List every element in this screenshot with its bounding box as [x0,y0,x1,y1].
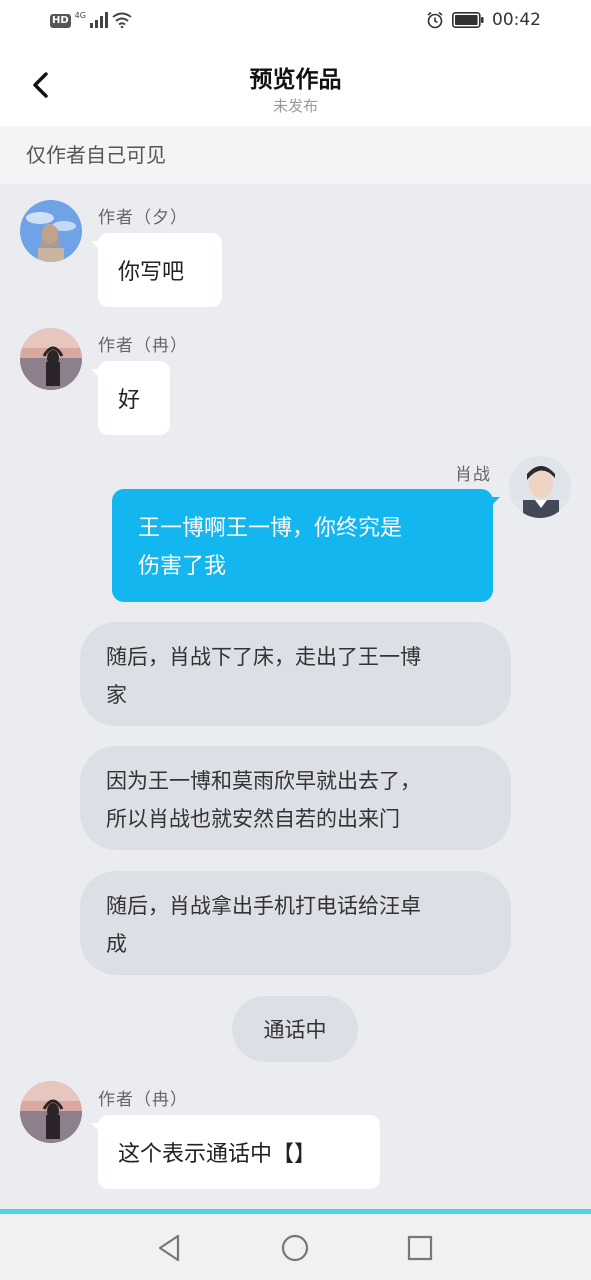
message-text: 这个表示通话中【】 [118,1142,317,1167]
message-bubble[interactable]: 你写吧 [91,233,222,307]
message-text-line: 伤害了我 [138,554,227,579]
narration-line: 所以肖战也就安然自若的出来门 [106,807,400,831]
visibility-notice: 仅作者自己可见 [0,126,591,184]
battery-icon [452,12,484,28]
message-bubble[interactable]: 这个表示通话中【】 [91,1115,380,1189]
message-text: 你写吧 [118,260,185,285]
call-status-text: 通话中 [263,1018,327,1042]
circle-home-icon [281,1234,309,1262]
avatar[interactable] [20,328,82,390]
status-time: 00:42 [492,10,541,30]
status-left: HD 4G [50,12,132,28]
sender-name: 作者（冉） [98,336,188,356]
narration-line: 家 [106,683,127,707]
message-text-line: 王一博啊王一博，你终究是 [138,516,403,541]
narration-bubble[interactable]: 随后，肖战拿出手机打电话给汪卓 成 [80,871,511,975]
page-title: 预览作品 [249,67,342,93]
nav-recent-button[interactable] [404,1232,436,1264]
avatar[interactable] [20,1081,82,1143]
hd-badge: HD [50,14,71,28]
message-bubble[interactable]: 王一博啊王一博，你终究是 伤害了我 [112,489,500,602]
network-type: 4G [74,11,86,20]
narration-line: 成 [106,932,127,956]
square-recent-icon [407,1235,433,1261]
avatar[interactable] [20,200,82,262]
message-text: 好 [118,388,141,413]
sender-name: 肖战 [455,465,491,485]
narration-line: 因为王一博和莫雨欣早就出去了， [106,769,421,793]
nav-back-button[interactable] [153,1232,185,1264]
page-subtitle: 未发布 [272,97,318,115]
alarm-icon [427,11,443,29]
sender-name: 作者（冉） [98,1090,188,1110]
call-status-pill[interactable]: 通话中 [232,996,358,1062]
message-bubble[interactable]: 好 [91,361,170,435]
sender-name: 作者（夕） [98,208,188,228]
signal-icon [89,12,108,28]
status-bar: HD 4G 00:42 [0,0,591,46]
narration-bubble[interactable]: 因为王一博和莫雨欣早就出去了， 所以肖战也就安然自若的出来门 [80,746,511,850]
narration-line: 随后，肖战拿出手机打电话给汪卓 [106,894,421,918]
system-nav-bar [0,1209,591,1280]
status-right: 00:42 [426,10,541,30]
header: 预览作品 未发布 [0,46,591,126]
narration-line: 随后，肖战下了床，走出了王一博 [106,645,421,669]
nav-home-button[interactable] [279,1232,311,1264]
avatar[interactable] [509,456,571,518]
triangle-back-icon [158,1234,180,1262]
wifi-icon [112,12,132,28]
narration-bubble[interactable]: 随后，肖战下了床，走出了王一博 家 [80,622,511,726]
